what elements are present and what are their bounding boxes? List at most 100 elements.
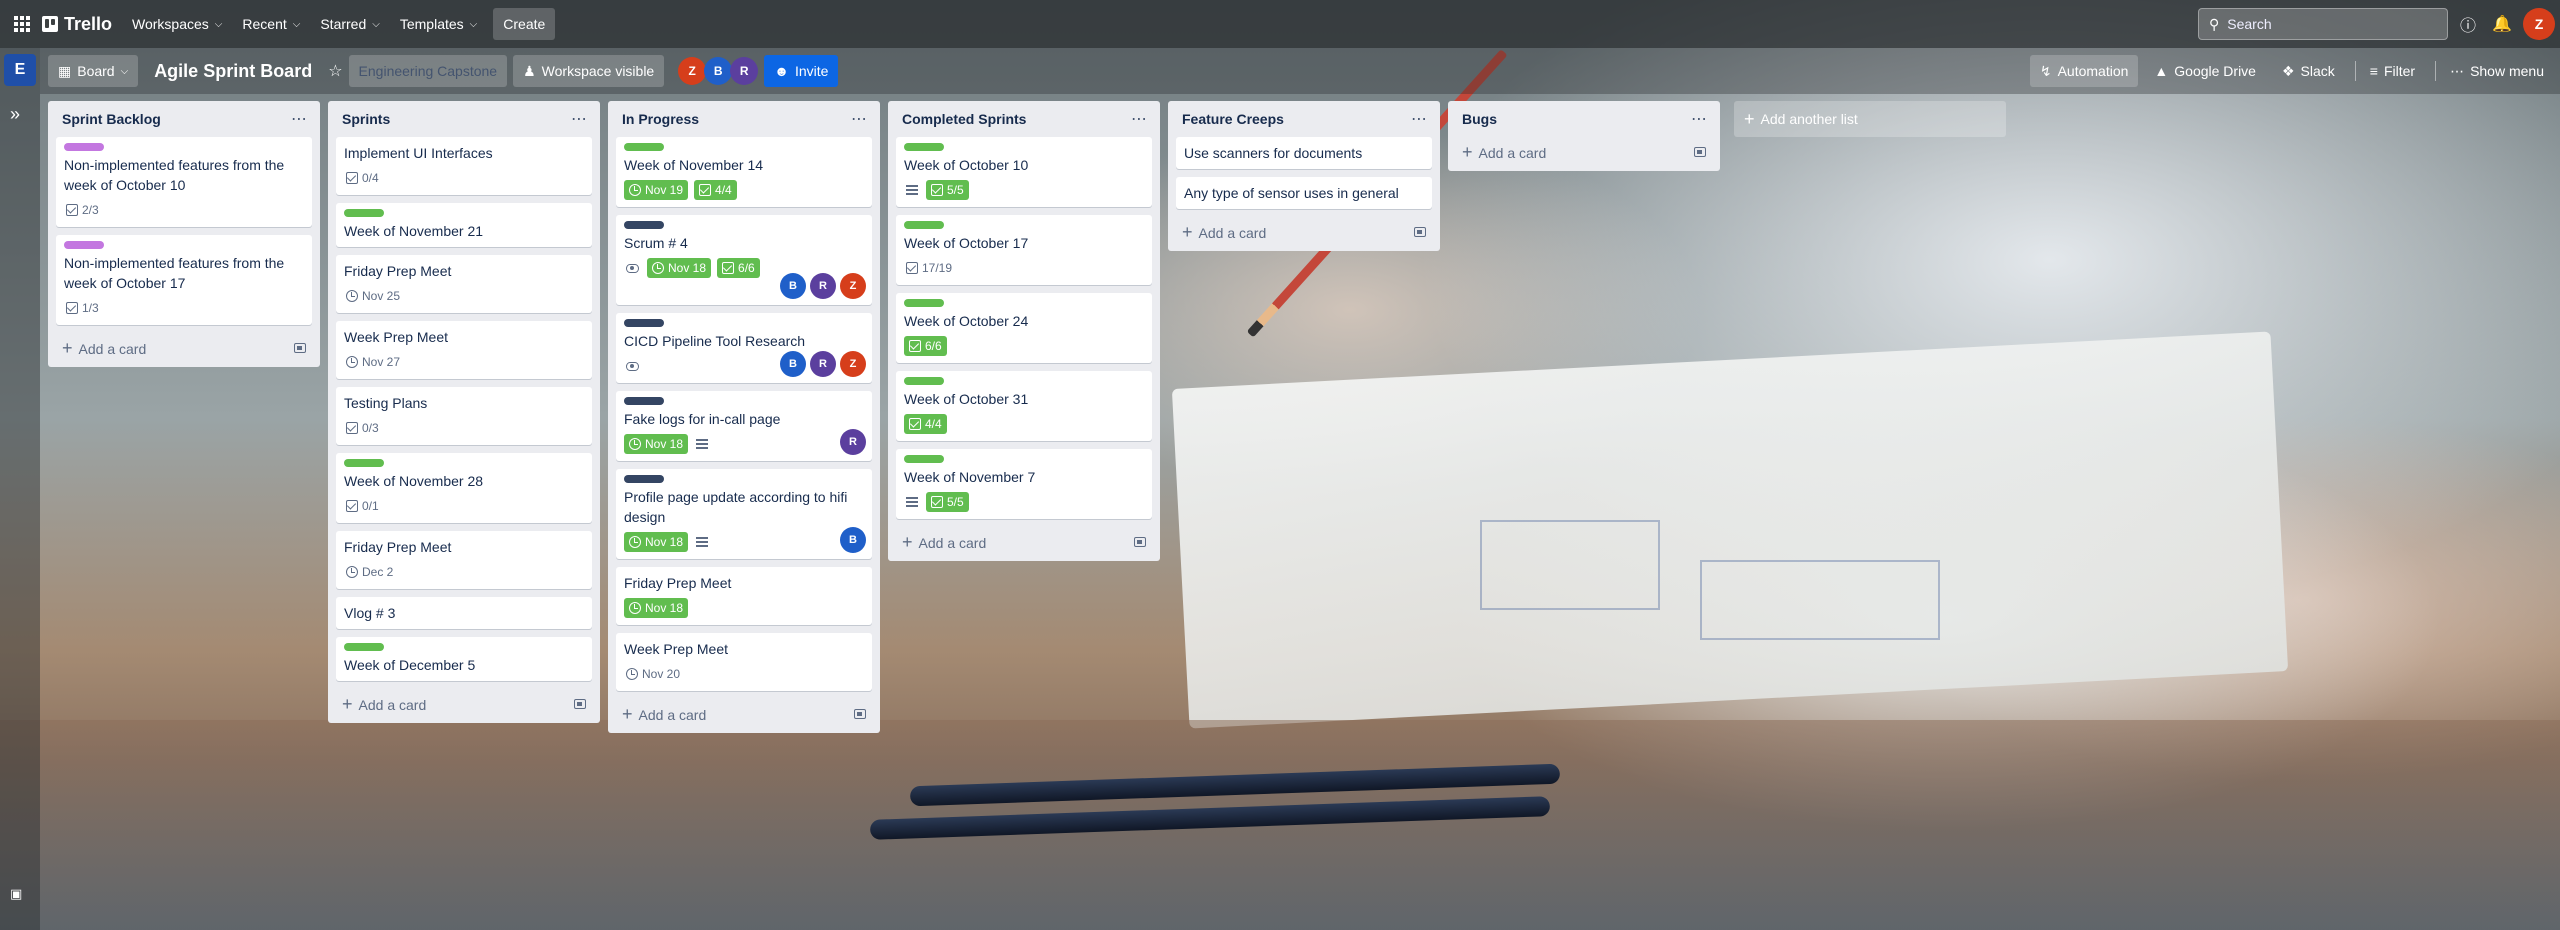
card-label[interactable]	[64, 143, 104, 151]
card-template-icon[interactable]	[1134, 537, 1146, 547]
list-menu-icon[interactable]: ⋯	[571, 109, 588, 129]
list-title[interactable]: Sprint Backlog	[62, 111, 161, 127]
card-label[interactable]	[624, 319, 664, 327]
add-card-button[interactable]: + Add a card	[1456, 137, 1712, 167]
trello-logo[interactable]: Trello	[38, 14, 122, 35]
nav-workspaces[interactable]: Workspaces ⌵	[122, 8, 232, 40]
card-label[interactable]	[624, 475, 664, 483]
expand-sidebar-icon[interactable]: »	[10, 104, 20, 125]
board-title[interactable]: Agile Sprint Board	[144, 61, 322, 82]
member-avatar[interactable]: Z	[840, 351, 866, 377]
card[interactable]: Friday Prep Meet Dec 2	[336, 531, 592, 589]
card-label[interactable]	[344, 459, 384, 467]
add-card-action[interactable]: + Add a card	[342, 695, 426, 713]
card-label[interactable]	[904, 377, 944, 385]
star-icon[interactable]: ☆	[322, 61, 348, 81]
list-title[interactable]: Completed Sprints	[902, 111, 1026, 127]
member-avatar[interactable]: R	[810, 351, 836, 377]
member-avatar[interactable]: R	[840, 429, 866, 455]
add-card-action[interactable]: + Add a card	[622, 705, 706, 723]
add-list-button[interactable]: + Add another list	[1734, 101, 2006, 137]
add-card-button[interactable]: + Add a card	[616, 699, 872, 729]
card[interactable]: Vlog # 3	[336, 597, 592, 629]
card[interactable]: Week of October 10 5/5	[896, 137, 1152, 207]
list-title[interactable]: Bugs	[1462, 111, 1497, 127]
card[interactable]: Non-implemented features from the week o…	[56, 235, 312, 325]
list-title[interactable]: Sprints	[342, 111, 390, 127]
member-avatar[interactable]: B	[704, 57, 733, 85]
due-date-badge[interactable]: Dec 2	[344, 562, 395, 582]
camera-icon[interactable]: ▣	[10, 886, 22, 902]
card[interactable]: Week of October 24 6/6	[896, 293, 1152, 363]
board-view-switcher[interactable]: ▦ Board ⌵	[48, 55, 139, 87]
apps-grid-icon[interactable]	[6, 8, 38, 40]
card[interactable]: Scrum # 4 Nov 18 6/6 B R Z	[616, 215, 872, 305]
card[interactable]: Week of December 5	[336, 637, 592, 681]
due-date-badge[interactable]: Nov 25	[344, 286, 402, 306]
card[interactable]: Profile page update according to hifi de…	[616, 469, 872, 559]
list-header[interactable]: Sprints ⋯	[336, 101, 592, 137]
card-template-icon[interactable]	[574, 699, 586, 709]
list-title[interactable]: Feature Creeps	[1182, 111, 1284, 127]
card-template-icon[interactable]	[1694, 147, 1706, 157]
add-card-button[interactable]: + Add a card	[56, 333, 312, 363]
member-avatar[interactable]: B	[780, 351, 806, 377]
add-card-action[interactable]: + Add a card	[62, 339, 146, 357]
member-avatar[interactable]: Z	[840, 273, 866, 299]
create-button[interactable]: Create	[493, 8, 556, 40]
nav-templates[interactable]: Templates ⌵	[390, 8, 487, 40]
card-label[interactable]	[624, 143, 664, 151]
card-label[interactable]	[904, 143, 944, 151]
card[interactable]: Week of November 28 0/1	[336, 453, 592, 523]
list-menu-icon[interactable]: ⋯	[851, 109, 868, 129]
card[interactable]: Week of November 14 Nov 19 4/4	[616, 137, 872, 207]
card[interactable]: Implement UI Interfaces 0/4	[336, 137, 592, 195]
card-label[interactable]	[64, 241, 104, 249]
add-card-button[interactable]: + Add a card	[896, 527, 1152, 557]
list-menu-icon[interactable]: ⋯	[291, 109, 308, 129]
card[interactable]: Week of November 21	[336, 203, 592, 247]
member-avatar[interactable]: Z	[678, 57, 707, 85]
list-header[interactable]: Sprint Backlog ⋯	[56, 101, 312, 137]
card-label[interactable]	[904, 455, 944, 463]
list-header[interactable]: Completed Sprints ⋯	[896, 101, 1152, 137]
add-card-button[interactable]: + Add a card	[336, 689, 592, 719]
member-avatar[interactable]: R	[730, 57, 759, 85]
nav-starred[interactable]: Starred ⌵	[310, 8, 390, 40]
card-label[interactable]	[624, 221, 664, 229]
member-avatar[interactable]: R	[810, 273, 836, 299]
card[interactable]: Friday Prep Meet Nov 18	[616, 567, 872, 625]
card[interactable]: CICD Pipeline Tool Research B R Z	[616, 313, 872, 383]
card-template-icon[interactable]	[854, 709, 866, 719]
add-card-action[interactable]: + Add a card	[1182, 223, 1266, 241]
card[interactable]: Week of November 7 5/5	[896, 449, 1152, 519]
add-card-button[interactable]: + Add a card	[1176, 217, 1432, 247]
google-drive-button[interactable]: ▲ Google Drive	[2144, 55, 2266, 87]
card-template-icon[interactable]	[1414, 227, 1426, 237]
search-box[interactable]: ⚲	[2198, 8, 2448, 40]
card[interactable]: Fake logs for in-call page Nov 18 R	[616, 391, 872, 461]
member-avatar[interactable]: B	[780, 273, 806, 299]
list-header[interactable]: Bugs ⋯	[1456, 101, 1712, 137]
automation-button[interactable]: ↯ Automation	[2029, 55, 2139, 87]
due-date-badge[interactable]: Nov 18	[647, 258, 712, 278]
card-label[interactable]	[904, 299, 944, 307]
nav-recent[interactable]: Recent ⌵	[232, 8, 310, 40]
card[interactable]: Week of October 17 17/19	[896, 215, 1152, 285]
card-label[interactable]	[344, 643, 384, 651]
card[interactable]: Any type of sensor uses in general	[1176, 177, 1432, 209]
card[interactable]: Week Prep Meet Nov 27	[336, 321, 592, 379]
due-date-badge[interactable]: Nov 19	[624, 180, 689, 200]
visibility-button[interactable]: ♟ Workspace visible	[513, 55, 665, 87]
due-date-badge[interactable]: Nov 18	[624, 532, 689, 552]
info-icon[interactable]: ⓘ	[2454, 10, 2482, 38]
card[interactable]: Week Prep Meet Nov 20	[616, 633, 872, 691]
slack-button[interactable]: ❖ Slack	[2272, 55, 2345, 87]
add-card-action[interactable]: + Add a card	[902, 533, 986, 551]
bell-icon[interactable]: 🔔	[2488, 10, 2516, 38]
member-avatar[interactable]: B	[840, 527, 866, 553]
show-menu-button[interactable]: ⋯ Show menu	[2440, 55, 2554, 87]
user-avatar[interactable]: Z	[2523, 8, 2555, 40]
card-template-icon[interactable]	[294, 343, 306, 353]
card-label[interactable]	[624, 397, 664, 405]
